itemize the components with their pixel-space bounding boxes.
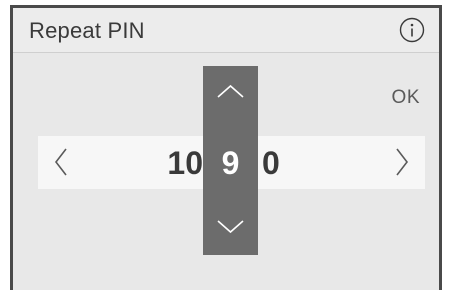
chevron-left-icon[interactable] xyxy=(51,144,71,180)
info-icon[interactable] xyxy=(399,17,425,43)
pin-digits-after: 0 xyxy=(262,145,280,181)
chevron-down-icon[interactable] xyxy=(215,216,246,236)
header-bar: Repeat PIN xyxy=(13,8,439,53)
page-title: Repeat PIN xyxy=(29,18,145,43)
ok-button[interactable]: OK xyxy=(392,87,420,109)
pin-entry-screen: Repeat PIN OK 10 9 0 xyxy=(10,5,442,290)
current-digit: 9 xyxy=(221,145,240,181)
chevron-right-icon[interactable] xyxy=(392,144,412,180)
chevron-up-icon[interactable] xyxy=(215,82,246,102)
digit-spinner[interactable]: 9 xyxy=(203,66,258,255)
pin-digits-before: 10 xyxy=(167,145,203,181)
